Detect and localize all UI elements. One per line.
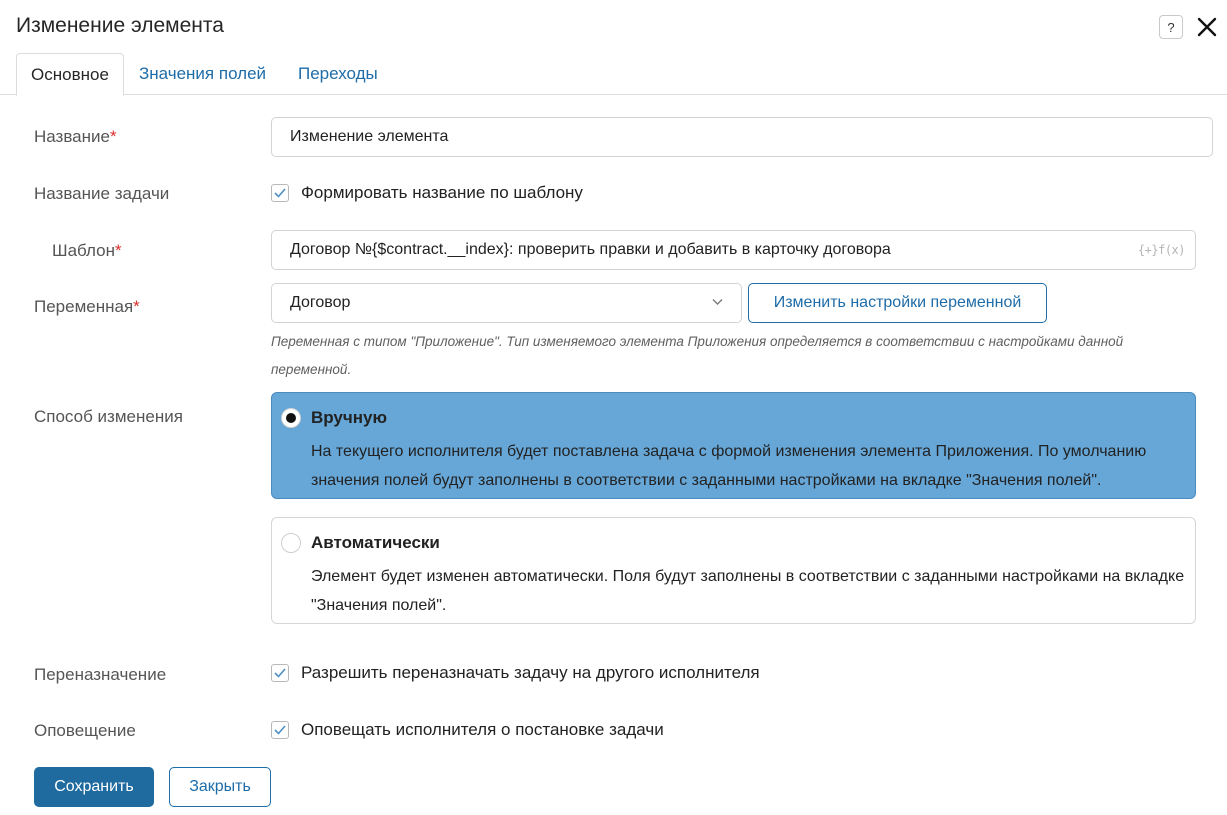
option-manual-title: Вручную — [311, 408, 388, 427]
template-input-value: Договор №{$contract.__index}: проверить … — [290, 241, 891, 258]
template-label: Шаблон* — [52, 241, 122, 261]
reassign-checkbox[interactable] — [271, 664, 289, 682]
save-button[interactable]: Сохранить — [34, 767, 154, 807]
notify-label: Оповещение — [34, 721, 136, 740]
option-manual-description: На текущего исполнителя будет поставлена… — [311, 443, 1147, 489]
notify-checkbox-row[interactable]: Оповещать исполнителя о постановке задач… — [271, 720, 664, 740]
radio-manual[interactable] — [281, 408, 301, 428]
formula-icon[interactable]: {+}f(x) — [1138, 243, 1186, 257]
required-mark: * — [133, 297, 140, 316]
tab-main[interactable]: Основное — [16, 53, 124, 96]
notify-checkbox-label: Оповещать исполнителя о постановке задач… — [301, 720, 664, 739]
template-label-text: Шаблон — [52, 241, 115, 260]
reassign-checkbox-label: Разрешить переназначать задачу на другог… — [301, 663, 760, 682]
notify-checkbox[interactable] — [271, 721, 289, 739]
variable-hint: Переменная с типом "Приложение". Тип изм… — [271, 334, 1124, 377]
reassign-checkbox-row[interactable]: Разрешить переназначать задачу на другог… — [271, 663, 760, 683]
help-button[interactable]: ? — [1159, 15, 1183, 39]
option-auto-title: Автоматически — [311, 533, 440, 552]
change-method-label: Способ изменения — [34, 407, 183, 426]
dialog-title: Изменение элемента — [16, 14, 224, 37]
required-mark: * — [114, 241, 122, 260]
option-manual[interactable]: Вручную На текущего исполнителя будет по… — [271, 392, 1196, 499]
template-name-checkbox[interactable] — [271, 184, 289, 202]
name-label: Название* — [34, 127, 117, 147]
template-name-checkbox-row[interactable]: Формировать название по шаблону — [271, 183, 583, 203]
change-variable-settings-button[interactable]: Изменить настройки переменной — [748, 283, 1047, 323]
close-button[interactable] — [1194, 14, 1220, 40]
task-name-label: Название задачи — [34, 184, 170, 203]
template-input[interactable]: Договор №{$contract.__index}: проверить … — [271, 230, 1196, 270]
question-icon: ? — [1167, 19, 1175, 35]
check-icon — [274, 188, 286, 198]
tab-bar: Основное Значения полей Переходы — [0, 53, 1227, 96]
tab-field-values[interactable]: Значения полей — [125, 53, 280, 95]
name-input[interactable]: Изменение элемента — [271, 117, 1213, 157]
template-name-checkbox-label: Формировать название по шаблону — [301, 183, 583, 202]
chevron-down-icon — [712, 299, 723, 305]
required-mark: * — [109, 127, 117, 146]
variable-label-text: Переменная — [34, 297, 134, 316]
option-auto-description: Элемент будет изменен автоматически. Пол… — [311, 568, 1185, 614]
name-input-value: Изменение элемента — [290, 128, 449, 145]
variable-select-value: Договор — [290, 294, 351, 311]
check-icon — [274, 725, 286, 735]
name-label-text: Название — [34, 127, 110, 146]
close-dialog-button[interactable]: Закрыть — [169, 767, 271, 807]
close-icon — [1197, 17, 1217, 37]
variable-select[interactable]: Договор — [271, 283, 742, 323]
radio-auto[interactable] — [281, 533, 301, 553]
option-auto[interactable]: Автоматически Элемент будет изменен авто… — [271, 517, 1196, 624]
variable-label: Переменная* — [34, 297, 140, 317]
reassign-label: Переназначение — [34, 665, 167, 684]
check-icon — [274, 668, 286, 678]
tab-transitions[interactable]: Переходы — [284, 53, 392, 95]
